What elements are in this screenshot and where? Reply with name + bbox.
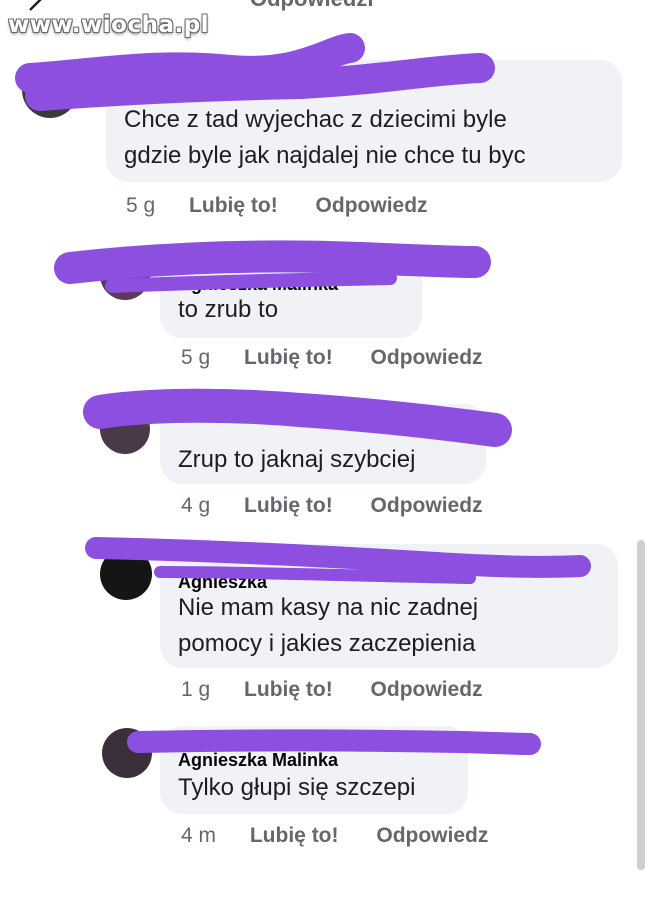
timestamp: 4 m (181, 824, 217, 847)
reply-button[interactable]: Odpowiedz (376, 824, 488, 848)
comment-meta: 4 g Lubię to! Odpowiedz (181, 494, 483, 518)
like-button[interactable]: Lubię to! (244, 678, 333, 702)
avatar[interactable] (100, 404, 150, 454)
reply-button[interactable]: Odpowiedz (371, 494, 483, 518)
comment-text-line: Chce z tad wyjechac z dziecimi byle (124, 106, 507, 133)
comment-text-line: to zrub to (178, 296, 279, 323)
watermark-logo: www.wiocha.pl (8, 12, 210, 38)
replies-header[interactable]: Odpowiedzi (250, 0, 373, 12)
avatar[interactable] (22, 62, 78, 118)
avatar[interactable] (100, 250, 150, 300)
timestamp: 1 g (181, 678, 211, 701)
avatar[interactable] (100, 548, 152, 600)
timestamp: 5 g (126, 194, 156, 217)
comment-bubble: Chce z tad wyjechac z dziecimi byle gdzi… (106, 60, 622, 182)
back-arrow-icon[interactable] (26, 0, 46, 12)
reply-button[interactable]: Odpowiedz (371, 346, 483, 370)
comment-bubble: Zrup to jaknaj szybciej (160, 404, 486, 484)
scrollbar[interactable] (637, 540, 645, 870)
comment-meta: 4 m Lubię to! Odpowiedz (181, 824, 488, 848)
like-button[interactable]: Lubię to! (189, 194, 278, 218)
comment-meta: 5 g Lubię to! Odpowiedz (126, 194, 428, 218)
comment-meta: 1 g Lubię to! Odpowiedz (181, 678, 483, 702)
comment-bubble: Agnieszka Nie mam kasy na nic zadnej pom… (160, 544, 618, 668)
like-button[interactable]: Lubię to! (244, 346, 333, 370)
timestamp: 5 g (181, 346, 211, 369)
comment-text-line: Tylko głupi się szczepi (178, 774, 416, 801)
comment-text-line: gdzie byle jak najdalej nie chce tu byc (124, 142, 526, 169)
comment-text-line: Nie mam kasy na nic zadnej (178, 594, 479, 621)
comment-bubble: Agnieszka Malinka Tylko głupi się szczep… (160, 726, 468, 814)
avatar[interactable] (102, 728, 152, 778)
like-button[interactable]: Lubię to! (250, 824, 339, 848)
comment-text-line: pomocy i jakies zaczepienia (178, 630, 476, 657)
reply-button[interactable]: Odpowiedz (371, 678, 483, 702)
timestamp: 4 g (181, 494, 211, 517)
comment-bubble: Agnieszka Malinka to zrub to (160, 248, 422, 338)
like-button[interactable]: Lubię to! (244, 494, 333, 518)
reply-button[interactable]: Odpowiedz (316, 194, 428, 218)
comment-meta: 5 g Lubię to! Odpowiedz (181, 346, 483, 370)
comment-text-line: Zrup to jaknaj szybciej (178, 446, 416, 473)
